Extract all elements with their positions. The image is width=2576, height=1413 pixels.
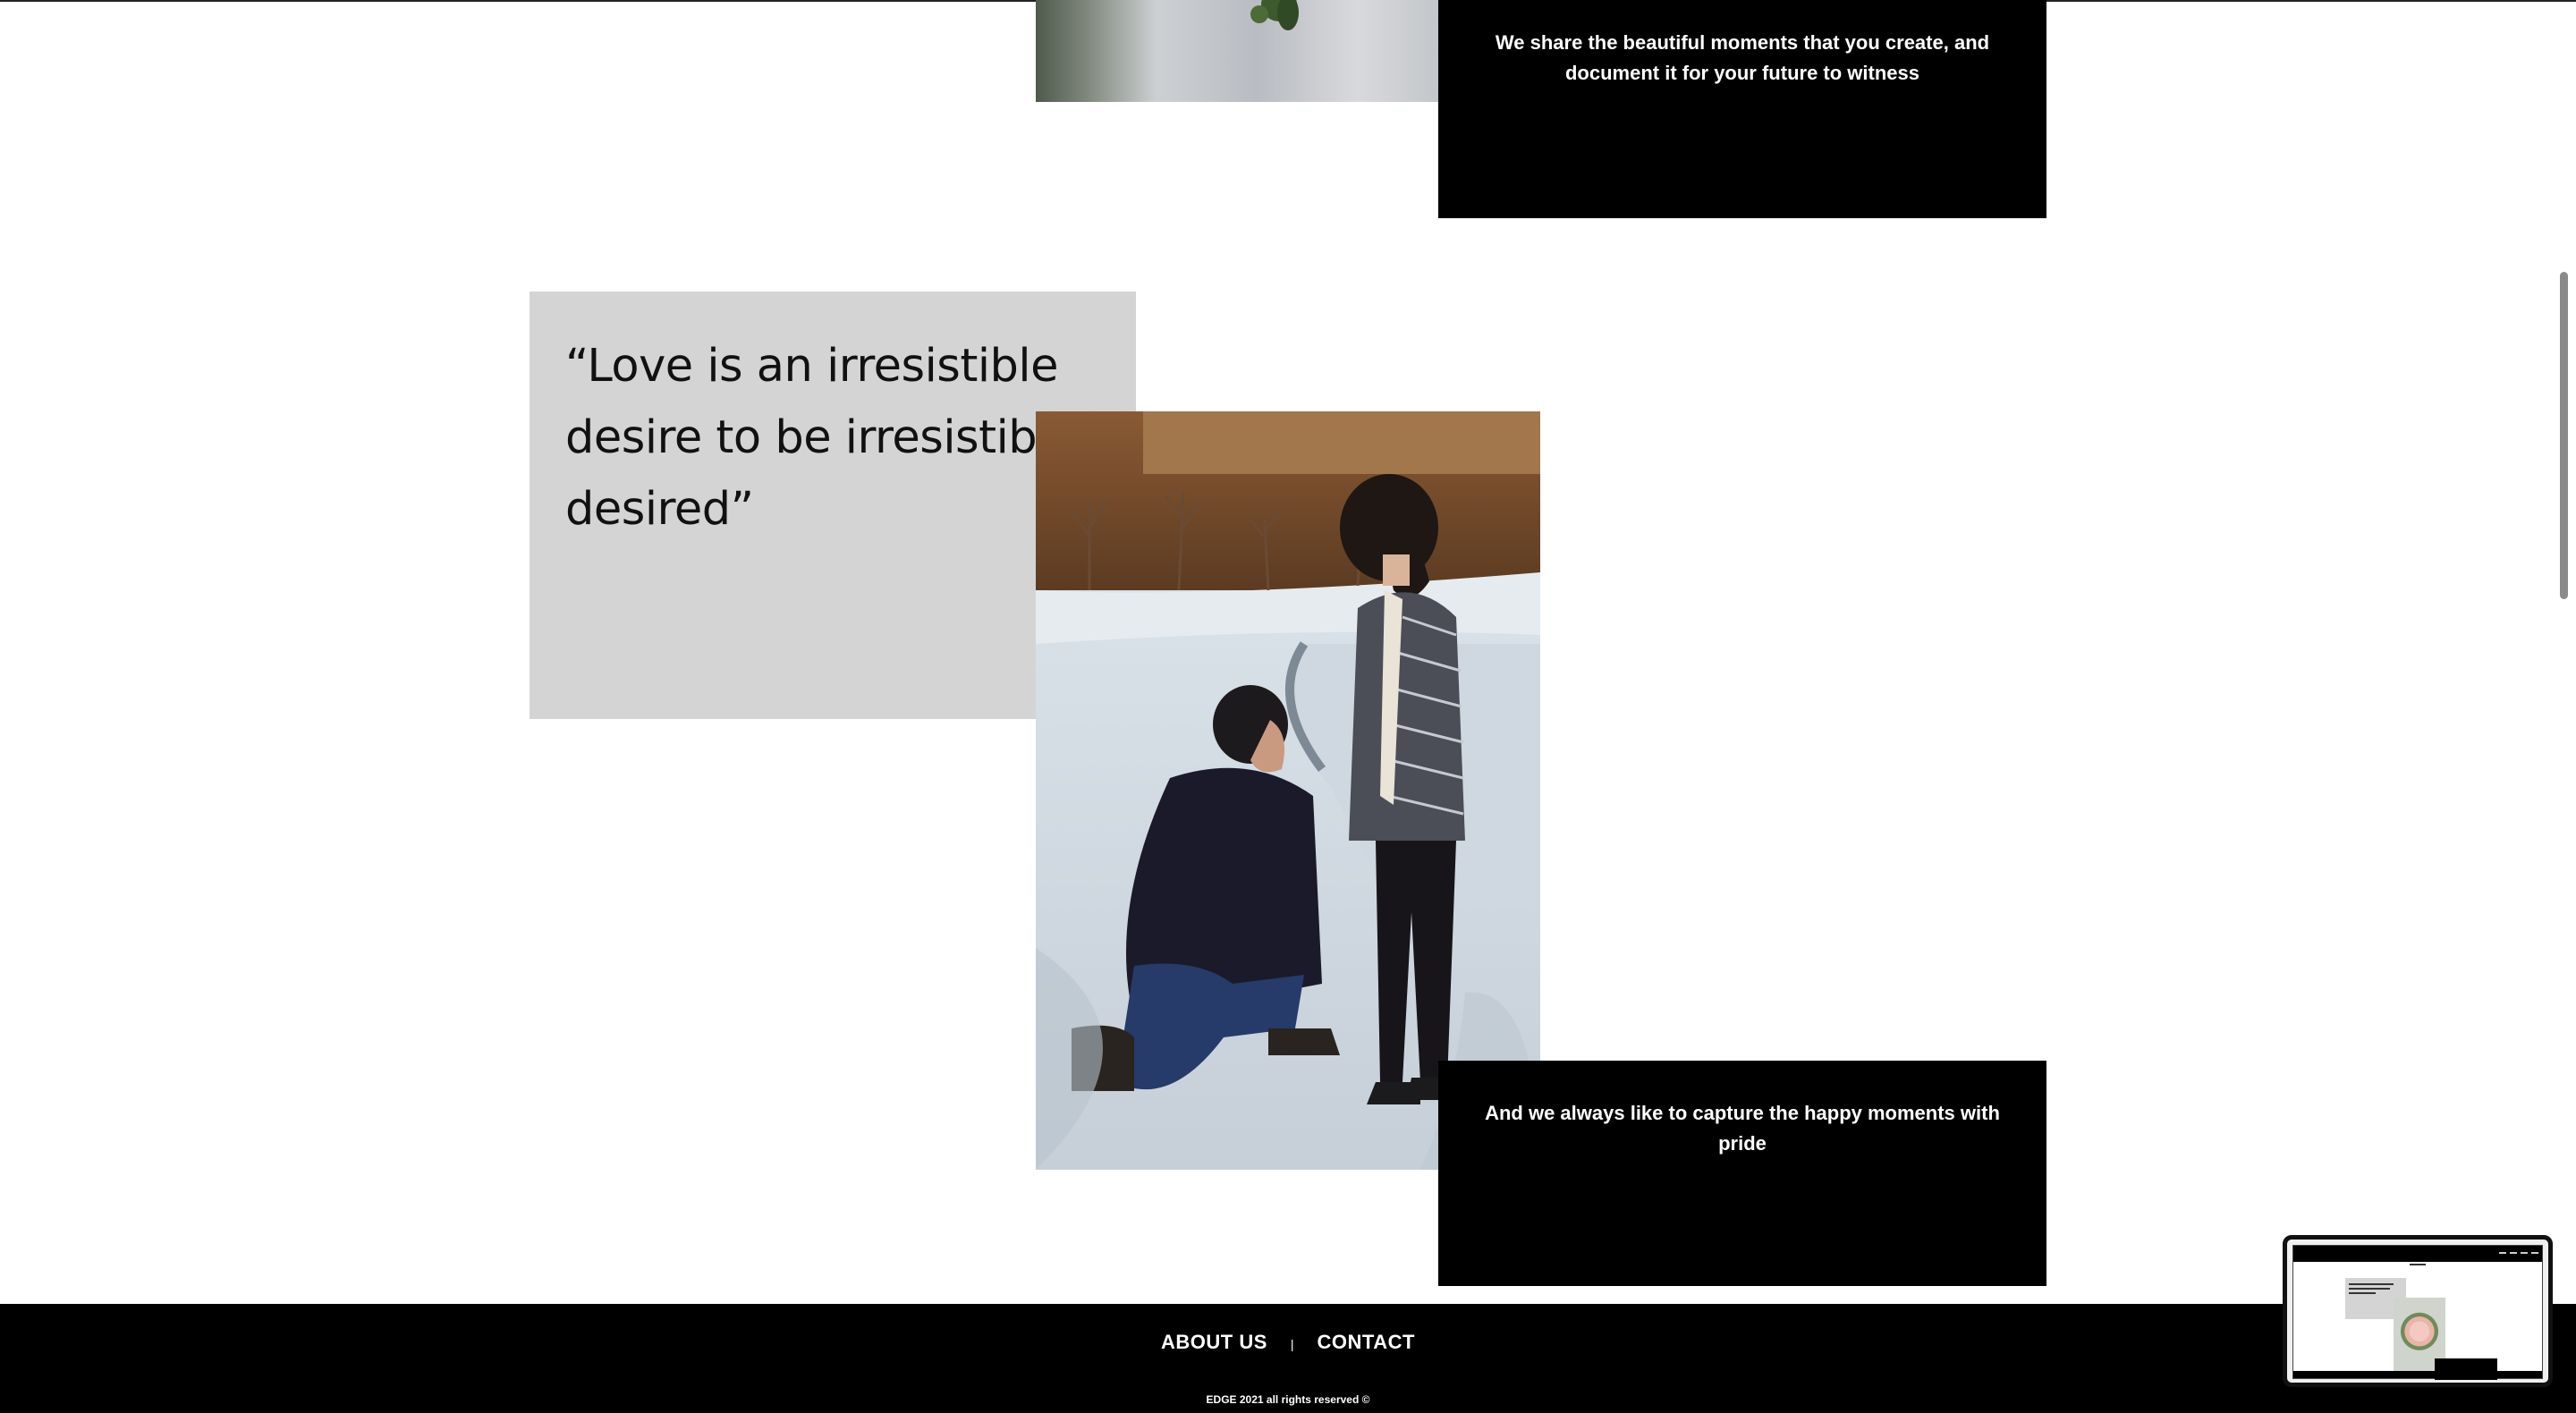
footer-nav: ABOUT US | CONTACT (0, 1331, 2576, 1354)
caption-box-bottom: And we always like to capture the happy … (1438, 1061, 2046, 1286)
scrollbar-thumb[interactable] (2560, 272, 2568, 599)
nav-separator: | (1290, 1337, 1294, 1351)
contact-link[interactable]: CONTACT (1318, 1331, 1415, 1354)
footer: ABOUT US | CONTACT EDGE 2021 all rights … (0, 1304, 2576, 1413)
proposal-photo (1036, 411, 1540, 1170)
about-us-link[interactable]: ABOUT US (1161, 1331, 1267, 1354)
copyright-text: EDGE 2021 all rights reserved © (1206, 1393, 1370, 1406)
caption-bottom-text: And we always like to capture the happy … (1485, 1102, 2000, 1155)
page-preview-thumbnail[interactable] (2283, 1235, 2553, 1387)
preview-header (2293, 1246, 2542, 1262)
preview-footer (2293, 1371, 2542, 1378)
quote-text: “Love is an irresistible desire to be ir… (565, 340, 1076, 536)
caption-top-text: We share the beautiful moments that you … (1495, 31, 1990, 84)
caption-box-top: We share the beautiful moments that you … (1438, 0, 2046, 218)
preview-screen (2292, 1245, 2543, 1380)
top-photo (1036, 0, 1438, 102)
